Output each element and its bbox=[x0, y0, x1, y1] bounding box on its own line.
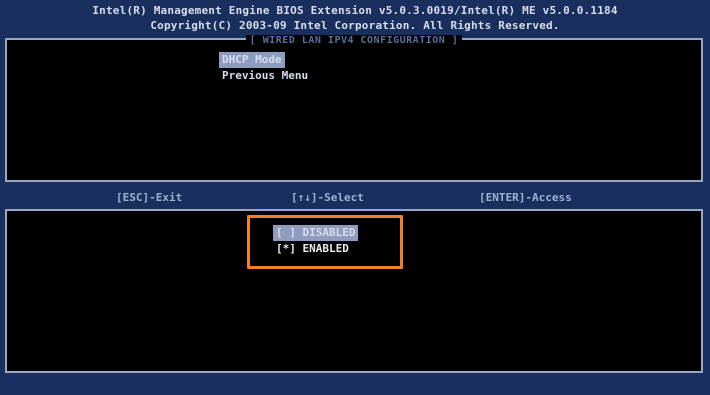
key-hint-access: [ENTER]-Access bbox=[479, 191, 572, 204]
header-version-line: Intel(R) Management Engine BIOS Extensio… bbox=[92, 4, 618, 17]
footer-bar bbox=[0, 378, 710, 395]
menu-item-previous-menu[interactable]: Previous Menu bbox=[219, 69, 311, 82]
config-menu-panel: [ WIRED LAN IPV4 CONFIGURATION ] DHCP Mo… bbox=[5, 35, 703, 182]
key-hint-exit: [ESC]-Exit bbox=[116, 191, 183, 204]
panel-title-bar: [ WIRED LAN IPV4 CONFIGURATION ] bbox=[7, 31, 701, 48]
menu-item-dhcp-mode[interactable]: DHCP Mode bbox=[219, 52, 285, 68]
key-help-bar: [ESC]-Exit [↑↓]-Select [ENTER]-Access bbox=[0, 189, 710, 207]
key-hint-select: [↑↓]-Select bbox=[291, 191, 364, 204]
highlight-box bbox=[247, 215, 403, 269]
bios-header: Intel(R) Management Engine BIOS Extensio… bbox=[0, 0, 710, 34]
panel-title: [ WIRED LAN IPV4 CONFIGURATION ] bbox=[245, 35, 463, 46]
config-menu: DHCP Mode Previous Menu bbox=[219, 52, 311, 84]
